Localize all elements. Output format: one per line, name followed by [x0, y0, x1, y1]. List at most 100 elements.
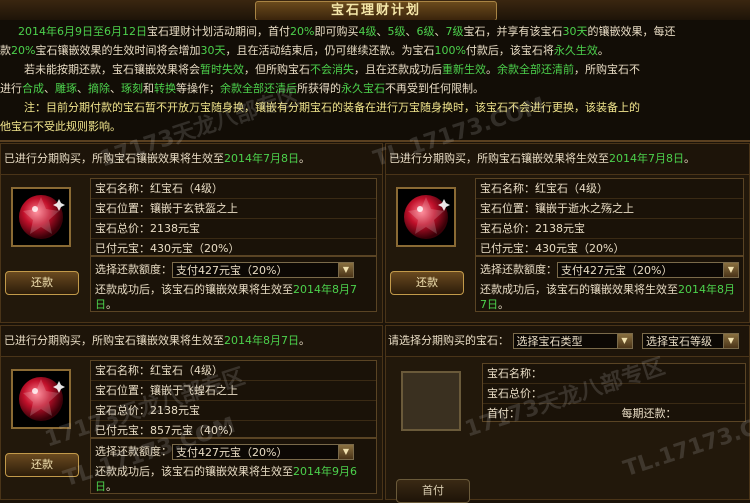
gem-level-select[interactable]: 选择宝石等级 ▼ [642, 333, 739, 349]
repay-button[interactable]: 还款 [390, 271, 464, 295]
effective-date: 2014年7月8日 [224, 152, 299, 165]
notice-segment: 7级 [445, 25, 464, 38]
panel-header: 已进行分期购买，所购宝石镶嵌效果将生效至2014年8月7日。 [1, 326, 382, 357]
notice-segment: 。 [597, 44, 609, 57]
panel-header: 已进行分期购买，所购宝石镶嵌效果将生效至2014年7月8日。 [386, 144, 749, 175]
notice-segment: 2014年6月9日至6月12日 [18, 25, 147, 38]
header-suffix: 。 [684, 152, 695, 165]
notice-segment: 进行 [0, 82, 22, 95]
notice-segment: 余款全部还清后 [220, 82, 297, 95]
notice-line: 款20%宝石镶嵌效果的生效时间将会增加30天，且在活动结束后，仍可继续还款。为宝… [0, 41, 746, 60]
notice-segment: 所获得的 [297, 82, 341, 95]
event-notice: 2014年6月9日至6月12日宝石理财计划活动期间，首付20%即可购买4级、5级… [0, 20, 750, 142]
gem-slot [11, 369, 71, 429]
repay-button[interactable]: 还款 [5, 453, 79, 477]
notice-segment: 付款后，该宝石将 [465, 44, 554, 57]
down-payment-button[interactable]: 首付 [396, 479, 470, 503]
notice-segment: 余款全部还清前 [497, 63, 574, 76]
gem-type-select-value: 选择宝石类型 [516, 335, 583, 348]
repay-amount-select[interactable]: 支付427元宝（20%） ▼ [557, 262, 739, 278]
notice-segment: 30天 [562, 25, 588, 38]
notice-segment: 20% [11, 44, 36, 57]
repay-select-line: 选择还款额度： 支付427元宝（20%） ▼ [480, 261, 739, 278]
notice-segment: 款 [0, 44, 11, 57]
notice-segment: 、 [434, 25, 446, 38]
repay-amount-value: 支付427元宝（20%） [561, 264, 673, 277]
notice-segment: 转换 [154, 82, 176, 95]
gem-info-row: 宝石位置：镶嵌于飞蝗石之上 [91, 381, 376, 401]
purchase-info: 宝石名称： 宝石总价： 首付： 每期还款： [482, 363, 746, 422]
notice-segment: 重新生效 [442, 63, 486, 76]
notice-line: 进行合成、雕琢、摘除、琢刻和转换等操作；余款全部还清后所获得的永久宝石不再受到任… [0, 79, 746, 98]
gem-info-row: 宝石位置：镶嵌于逝水之殇之上 [476, 199, 743, 219]
effective-date: 2014年8月7日 [224, 334, 299, 347]
installment-panel: 已进行分期购买，所购宝石镶嵌效果将生效至2014年8月7日。还款 宝石名称：红宝石… [0, 325, 383, 500]
notice-segment: 宝石理财计划活动期间，首付 [147, 25, 290, 38]
notice-segment: 、 [44, 82, 55, 95]
notice-segment: ，且在还款成功后 [354, 63, 442, 76]
chevron-down-icon: ▼ [723, 334, 738, 348]
notice-segment: 即可购买 [314, 25, 359, 38]
repay-button[interactable]: 还款 [5, 271, 79, 295]
notice-segment: 100% [434, 44, 466, 57]
notice-segment: 4级 [358, 25, 377, 38]
notice-segment: 。 [486, 63, 497, 76]
chevron-down-icon: ▼ [723, 263, 738, 277]
repay-result: 还款成功后，该宝石的镶嵌效果将生效至2014年8月7日。 [480, 282, 739, 312]
notice-segment: 、 [110, 82, 121, 95]
repay-area: 选择还款额度： 支付427元宝（20%） ▼ 还款成功后，该宝石的镶嵌效果将生效至20… [475, 256, 744, 312]
notice-segment: 不再受到任何限制。 [385, 82, 484, 95]
notice-segment: 和 [143, 82, 154, 95]
repay-amount-select[interactable]: 支付427元宝（20%） ▼ [172, 444, 354, 460]
purchase-total-row: 宝石总价： [483, 384, 745, 404]
repay-area: 选择还款额度： 支付427元宝（20%） ▼ 还款成功后，该宝石的镶嵌效果将生效至20… [90, 256, 377, 312]
notice-segment: 20% [290, 25, 315, 38]
notice-segment: 的镶嵌效果，每还 [587, 25, 676, 38]
notice-segment: ，但所购宝石 [244, 63, 310, 76]
notice-segment: 、 [376, 25, 388, 38]
notice-segment: ，所购宝石不 [574, 63, 640, 76]
repay-amount-select[interactable]: 支付427元宝（20%） ▼ [172, 262, 354, 278]
purchase-panel: 请选择分期购买的宝石： 选择宝石类型 ▼ 选择宝石等级 ▼ 首付 宝石名称： 宝… [385, 325, 750, 503]
window-title: 宝石理财计划 [255, 1, 497, 21]
installment-panel: 已进行分期购买，所购宝石镶嵌效果将生效至2014年7月8日。 还款 宝石名称：红宝石… [0, 143, 383, 323]
chevron-down-icon: ▼ [338, 263, 353, 277]
effective-date: 2014年7月8日 [609, 152, 684, 165]
repay-result: 还款成功后，该宝石的镶嵌效果将生效至2014年8月7日。 [95, 282, 372, 312]
purchase-name-row: 宝石名称： [483, 364, 745, 384]
gem-info: 宝石名称：红宝石（4级） 宝石位置：镶嵌于飞蝗石之上 宝石总价：2138元宝 已付元宝… [90, 360, 377, 438]
purchase-label: 请选择分期购买的宝石： [388, 334, 509, 347]
gem-info-row: 宝石位置：镶嵌于玄铁盔之上 [91, 199, 376, 219]
notice-segment: 雕琢 [55, 82, 77, 95]
gem-info-row: 宝石总价：2138元宝 [476, 219, 743, 239]
notice-segment: 30天 [200, 44, 226, 57]
repay-amount-value: 支付427元宝（20%） [176, 264, 288, 277]
notice-segment: 注：目前分期付款的宝石暂不开放万宝随身换，镶嵌有分期宝石的装备在进行万宝随身换时… [24, 101, 640, 114]
gem-info-row: 宝石名称：红宝石（4级） [476, 179, 743, 199]
gem-slot [396, 187, 456, 247]
notice-line: 他宝石不受此规则影响。 [0, 117, 746, 136]
installment-panel: 已进行分期购买，所购宝石镶嵌效果将生效至2014年7月8日。还款 宝石名称：红宝石… [385, 143, 750, 323]
result-text: 还款成功后，该宝石的镶嵌效果将生效至 [480, 283, 678, 296]
notice-segment: 6级 [416, 25, 435, 38]
repay-amount-label: 选择还款额度： [480, 263, 557, 276]
chevron-down-icon: ▼ [616, 334, 632, 348]
repay-area: 选择还款额度： 支付427元宝（20%） ▼ 还款成功后，该宝石的镶嵌效果将生效至20… [90, 438, 377, 494]
notice-segment: 若未能按期还款，宝石镶嵌效果将会 [24, 63, 200, 76]
gem-type-select[interactable]: 选择宝石类型 ▼ [512, 333, 633, 349]
notice-segment: 摘除 [88, 82, 110, 95]
header-suffix: 。 [299, 152, 310, 165]
repay-amount-label: 选择还款额度： [95, 445, 172, 458]
notice-segment: 、 [405, 25, 417, 38]
gem-info: 宝石名称：红宝石（4级） 宝石位置：镶嵌于玄铁盔之上 宝石总价：2138元宝 已付元宝… [90, 178, 377, 256]
notice-segment: 永久生效 [553, 44, 598, 57]
notice-segment: 、 [77, 82, 88, 95]
repay-result: 还款成功后，该宝石的镶嵌效果将生效至2014年9月6日。 [95, 464, 372, 494]
notice-segment: 不会消失 [310, 63, 354, 76]
down-payment-label: 首付： [487, 407, 520, 420]
notice-segment: 琢刻 [121, 82, 143, 95]
notice-segment: 5级 [387, 25, 406, 38]
ruby-gem-icon [404, 195, 450, 239]
purchase-pay-row: 首付： 每期还款： [483, 404, 745, 423]
notice-segment: 宝石镶嵌效果的生效时间将会增加 [35, 44, 201, 57]
